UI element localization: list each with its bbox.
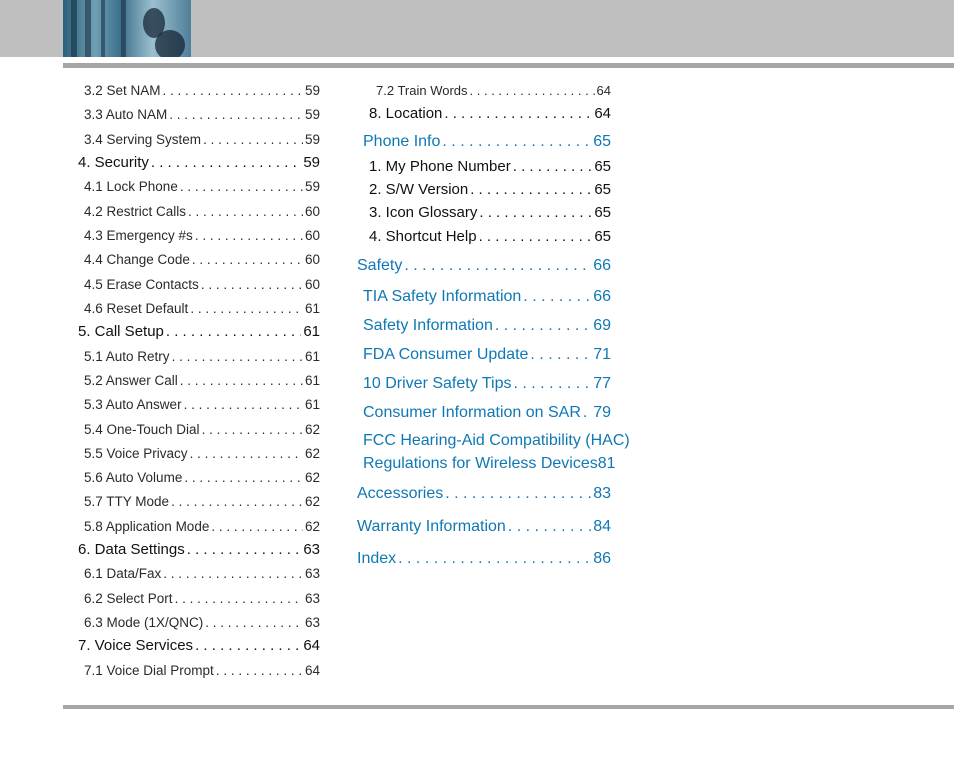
toc-entry[interactable]: FDA Consumer Update71 — [363, 345, 611, 365]
toc-entry[interactable]: 2. S/W Version65 — [369, 180, 611, 200]
toc-entry[interactable]: 8. Location64 — [369, 104, 611, 124]
toc-entry[interactable]: 4.2 Restrict Calls60 — [84, 202, 320, 222]
toc-entry-safety[interactable]: Safety66 — [357, 256, 611, 276]
hac-line-2: Regulations for Wireless Devices — [363, 455, 598, 472]
toc-entry[interactable]: 4. Security59 — [78, 153, 320, 173]
toc-entry[interactable]: 7. Voice Services64 — [78, 636, 320, 656]
toc-entry-index[interactable]: Index86 — [357, 549, 611, 569]
toc-entry-hac[interactable]: FCC Hearing-Aid Compatibility (HAC) Regu… — [363, 429, 630, 475]
toc-entry[interactable]: 7.2 Train Words64 — [376, 81, 611, 101]
toc-entry[interactable]: 5.5 Voice Privacy62 — [84, 444, 320, 464]
toc-entry[interactable]: 6.2 Select Port63 — [84, 589, 320, 609]
toc-entry[interactable]: 1. My Phone Number65 — [369, 157, 611, 177]
toc-entry-phone-info[interactable]: Phone Info65 — [363, 132, 611, 152]
top-rule — [63, 63, 954, 68]
toc-entry[interactable]: 5.4 One-Touch Dial62 — [84, 420, 320, 440]
toc-entry[interactable]: 5. Call Setup61 — [78, 322, 320, 342]
toc-entry[interactable]: 5.8 Application Mode62 — [84, 517, 320, 537]
toc-entry[interactable]: 10 Driver Safety Tips77 — [363, 374, 611, 394]
toc-entry[interactable]: 5.6 Auto Volume62 — [84, 468, 320, 488]
toc-entry[interactable]: Consumer Information on SAR79 — [363, 403, 611, 423]
hac-page: 81 — [597, 455, 616, 472]
toc-entry[interactable]: Safety Information69 — [363, 316, 611, 336]
toc-entry[interactable]: 4.3 Emergency #s60 — [84, 226, 320, 246]
toc-entry[interactable]: 6. Data Settings63 — [78, 540, 320, 560]
toc-entry[interactable]: 6.3 Mode (1X/QNC)63 — [84, 613, 320, 633]
toc-entry[interactable]: TIA Safety Information66 — [363, 287, 611, 307]
toc-entry[interactable]: 5.7 TTY Mode62 — [84, 492, 320, 512]
toc-entry[interactable]: 3.4 Serving System59 — [84, 130, 320, 150]
toc-entry[interactable]: 5.3 Auto Answer61 — [84, 395, 320, 415]
hac-line-1: FCC Hearing-Aid Compatibility (HAC) — [363, 432, 630, 449]
toc-entry[interactable]: 6.1 Data/Fax63 — [84, 564, 320, 584]
bottom-rule — [63, 705, 954, 709]
toc-entry[interactable]: 4. Shortcut Help65 — [369, 227, 611, 247]
toc-entry[interactable]: 4.1 Lock Phone59 — [84, 177, 320, 197]
toc-entry[interactable]: 3. Icon Glossary65 — [369, 203, 611, 223]
toc-entry[interactable]: 5.1 Auto Retry61 — [84, 347, 320, 367]
toc-entry-warranty[interactable]: Warranty Information84 — [357, 517, 611, 537]
toc-entry[interactable]: 4.6 Reset Default61 — [84, 299, 320, 319]
header-photo — [63, 0, 191, 57]
toc-entry-accessories[interactable]: Accessories83 — [357, 484, 611, 504]
toc-entry[interactable]: 3.2 Set NAM59 — [84, 81, 320, 101]
toc-entry[interactable]: 4.4 Change Code60 — [84, 250, 320, 270]
toc-entry[interactable]: 4.5 Erase Contacts60 — [84, 275, 320, 295]
toc-entry[interactable]: 5.2 Answer Call61 — [84, 371, 320, 391]
toc-entry[interactable]: 3.3 Auto NAM59 — [84, 105, 320, 125]
toc-entry[interactable]: 7.1 Voice Dial Prompt64 — [84, 661, 320, 681]
